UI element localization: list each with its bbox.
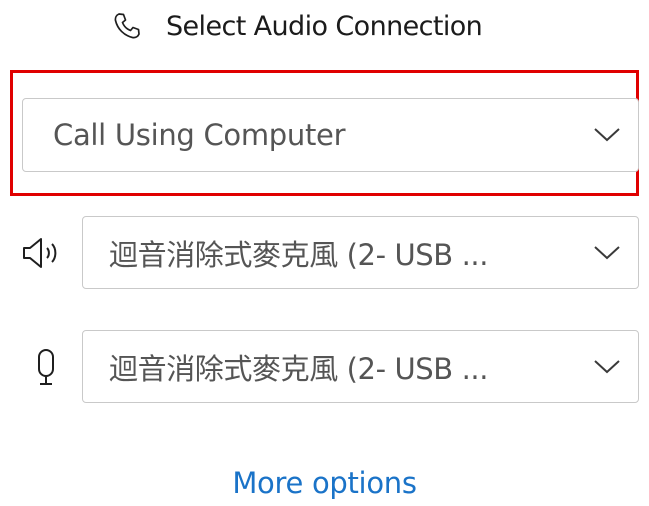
microphone-value: 迴音消除式麥克風 (2- USB ... — [109, 351, 489, 386]
chevron-down-icon — [590, 236, 624, 270]
speaker-dropdown[interactable]: 迴音消除式麥克風 (2- USB ... — [82, 216, 639, 289]
speaker-icon — [18, 228, 68, 278]
chevron-down-icon — [590, 118, 624, 152]
more-options-link[interactable]: More options — [0, 466, 649, 500]
dialog-title: Select Audio Connection — [166, 10, 483, 42]
audio-connection-dropdown[interactable]: Call Using Computer — [22, 98, 639, 172]
speaker-value: 迴音消除式麥克風 (2- USB ... — [109, 237, 489, 272]
microphone-dropdown[interactable]: 迴音消除式麥克風 (2- USB ... — [82, 330, 639, 403]
audio-connection-value: Call Using Computer — [53, 118, 346, 152]
phone-icon — [110, 9, 144, 43]
microphone-icon — [21, 342, 71, 392]
dialog-header: Select Audio Connection — [110, 6, 483, 46]
chevron-down-icon — [590, 350, 624, 384]
